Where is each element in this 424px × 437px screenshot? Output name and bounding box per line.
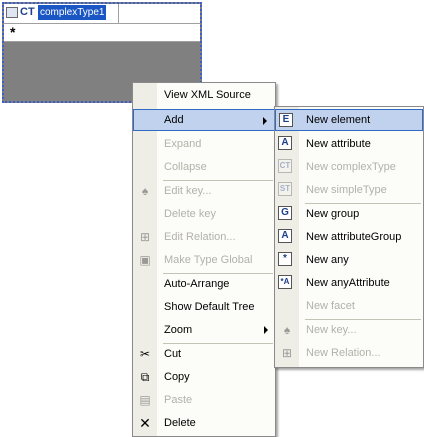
scissors-icon: ✂ bbox=[139, 347, 151, 361]
add-submenu: E New element A New attribute CT New com… bbox=[274, 106, 424, 368]
complex-type-header-row[interactable]: CT complexType1 bbox=[4, 4, 200, 24]
menu-item-view-xml-source[interactable]: View XML Source bbox=[133, 84, 275, 106]
delete-x-icon: ✕ bbox=[139, 415, 151, 431]
menu-item-cut[interactable]: ✂ Cut bbox=[133, 343, 275, 365]
menu-item-expand[interactable]: Expand bbox=[133, 133, 275, 155]
menu-item-label: Delete key bbox=[164, 208, 216, 220]
complex-type-icon: CT bbox=[278, 159, 292, 173]
menu-item-edit-key[interactable]: ♠ Edit key... bbox=[133, 180, 275, 202]
make-global-icon: ▣ bbox=[139, 253, 151, 267]
menu-item-label: New any bbox=[306, 254, 349, 266]
menu-item-new-complex-type[interactable]: CT New complexType bbox=[275, 156, 423, 178]
menu-item-new-any-attribute[interactable]: *A New anyAttribute bbox=[275, 272, 423, 294]
menu-item-auto-arrange[interactable]: Auto-Arrange bbox=[133, 273, 275, 295]
menu-item-new-attribute[interactable]: A New attribute bbox=[275, 133, 423, 155]
menu-item-new-attribute-group[interactable]: A New attributeGroup bbox=[275, 226, 423, 248]
menu-item-label: View XML Source bbox=[164, 89, 251, 101]
menu-item-label: Copy bbox=[164, 371, 190, 383]
attribute-icon: A bbox=[278, 136, 292, 150]
new-row-star-icon: * bbox=[10, 24, 16, 40]
element-icon: E bbox=[279, 113, 293, 127]
menu-item-new-group[interactable]: G New group bbox=[275, 203, 423, 225]
relation-icon: ⊞ bbox=[281, 346, 293, 360]
context-menu: View XML Source Add Expand Collapse ♠ Ed… bbox=[132, 82, 276, 437]
menu-item-label: Paste bbox=[164, 394, 193, 406]
key-icon: ♠ bbox=[283, 323, 291, 337]
menu-item-label: Add bbox=[164, 114, 184, 126]
group-icon: G bbox=[278, 206, 292, 220]
menu-item-new-facet[interactable]: New facet bbox=[275, 295, 423, 317]
complex-type-kind-label: CT bbox=[20, 6, 35, 18]
any-attribute-icon: *A bbox=[278, 275, 292, 289]
menu-item-new-element[interactable]: E New element bbox=[275, 109, 423, 131]
menu-item-new-simple-type[interactable]: ST New simpleType bbox=[275, 179, 423, 201]
submenu-arrow-icon bbox=[264, 326, 268, 334]
menu-item-label: New element bbox=[306, 114, 371, 126]
menu-item-label: Show Default Tree bbox=[164, 301, 255, 313]
menu-item-label: Edit Relation... bbox=[164, 231, 236, 243]
complex-type-new-row[interactable]: * bbox=[4, 24, 200, 42]
menu-item-collapse[interactable]: Collapse bbox=[133, 156, 275, 178]
menu-item-add[interactable]: Add bbox=[133, 109, 275, 131]
menu-item-label: Make Type Global bbox=[164, 254, 253, 266]
menu-item-label: Zoom bbox=[164, 324, 193, 336]
menu-item-delete[interactable]: ✕ Delete bbox=[133, 412, 275, 434]
menu-item-label: New Relation... bbox=[306, 347, 381, 359]
paste-icon: ▤ bbox=[139, 393, 151, 407]
menu-item-label: New complexType bbox=[306, 161, 396, 173]
menu-item-label: New simpleType bbox=[306, 184, 387, 196]
menu-item-label: Cut bbox=[164, 348, 182, 360]
key-icon: ♠ bbox=[141, 184, 149, 198]
attribute-group-icon: A bbox=[278, 229, 292, 243]
menu-item-new-relation[interactable]: ⊞ New Relation... bbox=[275, 342, 423, 364]
menu-item-label: New facet bbox=[306, 300, 355, 312]
relation-icon: ⊞ bbox=[139, 230, 151, 244]
menu-item-edit-relation[interactable]: ⊞ Edit Relation... bbox=[133, 226, 275, 248]
menu-item-label: New attribute bbox=[306, 138, 371, 150]
menu-item-new-key[interactable]: ♠ New key... bbox=[275, 319, 423, 341]
menu-item-label: Edit key... bbox=[164, 185, 212, 197]
menu-item-label: New anyAttribute bbox=[306, 277, 390, 289]
menu-item-make-type-global[interactable]: ▣ Make Type Global bbox=[133, 249, 275, 271]
menu-item-label: New key... bbox=[306, 324, 357, 336]
menu-item-label: Expand bbox=[164, 138, 202, 150]
submenu-arrow-icon bbox=[263, 117, 267, 125]
menu-item-delete-key[interactable]: Delete key bbox=[133, 203, 275, 225]
copy-icon: ⧉ bbox=[140, 370, 150, 384]
simple-type-icon: ST bbox=[278, 182, 292, 196]
menu-item-zoom[interactable]: Zoom bbox=[133, 319, 275, 341]
menu-item-paste[interactable]: ▤ Paste bbox=[133, 389, 275, 411]
menu-item-label: Delete bbox=[164, 417, 196, 429]
menu-item-label: Auto-Arrange bbox=[164, 278, 230, 290]
menu-item-new-any[interactable]: * New any bbox=[275, 249, 423, 271]
menu-item-label: Collapse bbox=[164, 161, 207, 173]
any-icon: * bbox=[278, 252, 292, 266]
menu-item-copy[interactable]: ⧉ Copy bbox=[133, 366, 275, 388]
complex-type-icon bbox=[6, 7, 18, 18]
column-divider bbox=[118, 4, 119, 23]
menu-item-show-default-tree[interactable]: Show Default Tree bbox=[133, 296, 275, 318]
complex-type-name[interactable]: complexType1 bbox=[38, 5, 107, 20]
menu-item-label: New attributeGroup bbox=[306, 231, 402, 243]
menu-item-label: New group bbox=[306, 208, 360, 220]
